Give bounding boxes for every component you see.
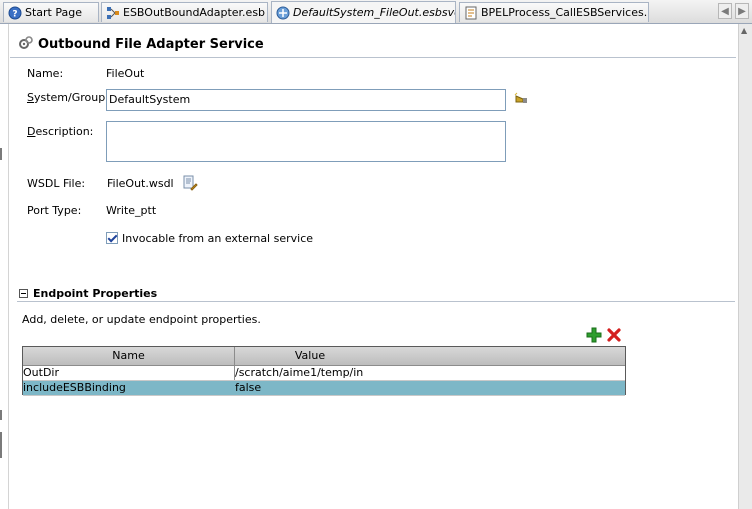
endpoint-properties-table: Name Value OutDir /scratch/aime1/temp/in… — [22, 346, 626, 396]
delete-property-button[interactable] — [606, 327, 622, 343]
gear-icon — [18, 35, 34, 54]
description-label: Description: — [27, 125, 93, 138]
tab-start-page[interactable]: ? Start Page — [3, 2, 99, 22]
mnemonic-char: S — [27, 91, 34, 104]
tab-bpel-process[interactable]: BPELProcess_CallESBServices.bpel — [459, 2, 649, 22]
name-label: Name: — [27, 67, 64, 80]
tab-defaultsystem-fileout[interactable]: DefaultSystem_FileOut.esbsvc — [271, 1, 456, 23]
label-text: escription: — [35, 125, 94, 138]
scroll-tabs-right-icon[interactable]: ▶ — [735, 3, 749, 19]
invocable-label[interactable]: Invocable from an external service — [122, 232, 313, 245]
description-field[interactable] — [106, 121, 506, 162]
table-header: Name Value — [23, 347, 625, 366]
flashlight-browse-icon[interactable] — [514, 92, 530, 109]
cell-name[interactable]: includeESBBinding — [23, 381, 126, 395]
esb-diagram-icon — [106, 6, 120, 20]
endpoint-properties-header[interactable]: Endpoint Properties — [19, 287, 157, 300]
vertical-scrollbar[interactable] — [738, 24, 752, 509]
gutter-marker — [0, 410, 2, 420]
tab-label: BPELProcess_CallESBServices.bpel — [481, 6, 648, 19]
system-group-field[interactable]: DefaultSystem — [106, 89, 506, 111]
tab-label: ESBOutBoundAdapter.esb — [123, 6, 266, 19]
tab-label: DefaultSystem_FileOut.esbsvc — [293, 6, 456, 19]
table-row[interactable]: OutDir /scratch/aime1/temp/in — [23, 366, 625, 381]
invocable-checkbox[interactable] — [106, 232, 118, 244]
scroll-up-icon[interactable]: ▲ — [741, 26, 749, 38]
port-type-value: Write_ptt — [106, 204, 157, 217]
table-row-selected[interactable]: includeESBBinding false — [23, 381, 625, 396]
wsdl-file-value: FileOut.wsdl — [107, 177, 174, 190]
cell-name[interactable]: OutDir — [23, 366, 59, 380]
system-group-label: System/Group: — [27, 91, 109, 104]
name-value: FileOut — [106, 67, 145, 80]
column-header-name[interactable]: Name — [23, 347, 234, 365]
tab-label: Start Page — [25, 6, 82, 19]
column-header-value[interactable]: Value — [235, 347, 385, 365]
gutter-marker — [0, 432, 2, 458]
label-text: ystem/Group: — [33, 91, 109, 104]
svg-text:?: ? — [12, 9, 17, 19]
page-header: Outbound File Adapter Service — [18, 35, 264, 54]
scroll-tabs-left-icon[interactable]: ◀ — [718, 3, 732, 19]
page-title: Outbound File Adapter Service — [38, 37, 264, 52]
bpel-icon — [464, 6, 478, 20]
section-divider — [17, 301, 735, 302]
tab-esb-outbound-adapter[interactable]: ESBOutBoundAdapter.esb — [101, 2, 268, 22]
delete-x-icon — [607, 328, 621, 342]
cell-value[interactable]: /scratch/aime1/temp/in — [235, 366, 363, 380]
endpoint-description: Add, delete, or update endpoint properti… — [22, 313, 261, 326]
section-title: Endpoint Properties — [33, 287, 158, 300]
edit-wsdl-icon[interactable] — [182, 175, 198, 194]
header-divider — [10, 57, 736, 58]
gutter-marker — [0, 148, 2, 160]
wsdl-file-label: WSDL File: — [27, 177, 86, 190]
collapse-icon[interactable] — [19, 289, 28, 298]
cell-value[interactable]: false — [235, 381, 261, 395]
plus-icon — [586, 327, 602, 343]
service-icon — [276, 6, 290, 20]
help-icon: ? — [8, 6, 22, 20]
add-property-button[interactable] — [586, 327, 602, 343]
editor-tab-bar: ? Start Page ESBOutBoundAdapter.esb Defa… — [0, 0, 752, 24]
port-type-label: Port Type: — [27, 204, 82, 217]
